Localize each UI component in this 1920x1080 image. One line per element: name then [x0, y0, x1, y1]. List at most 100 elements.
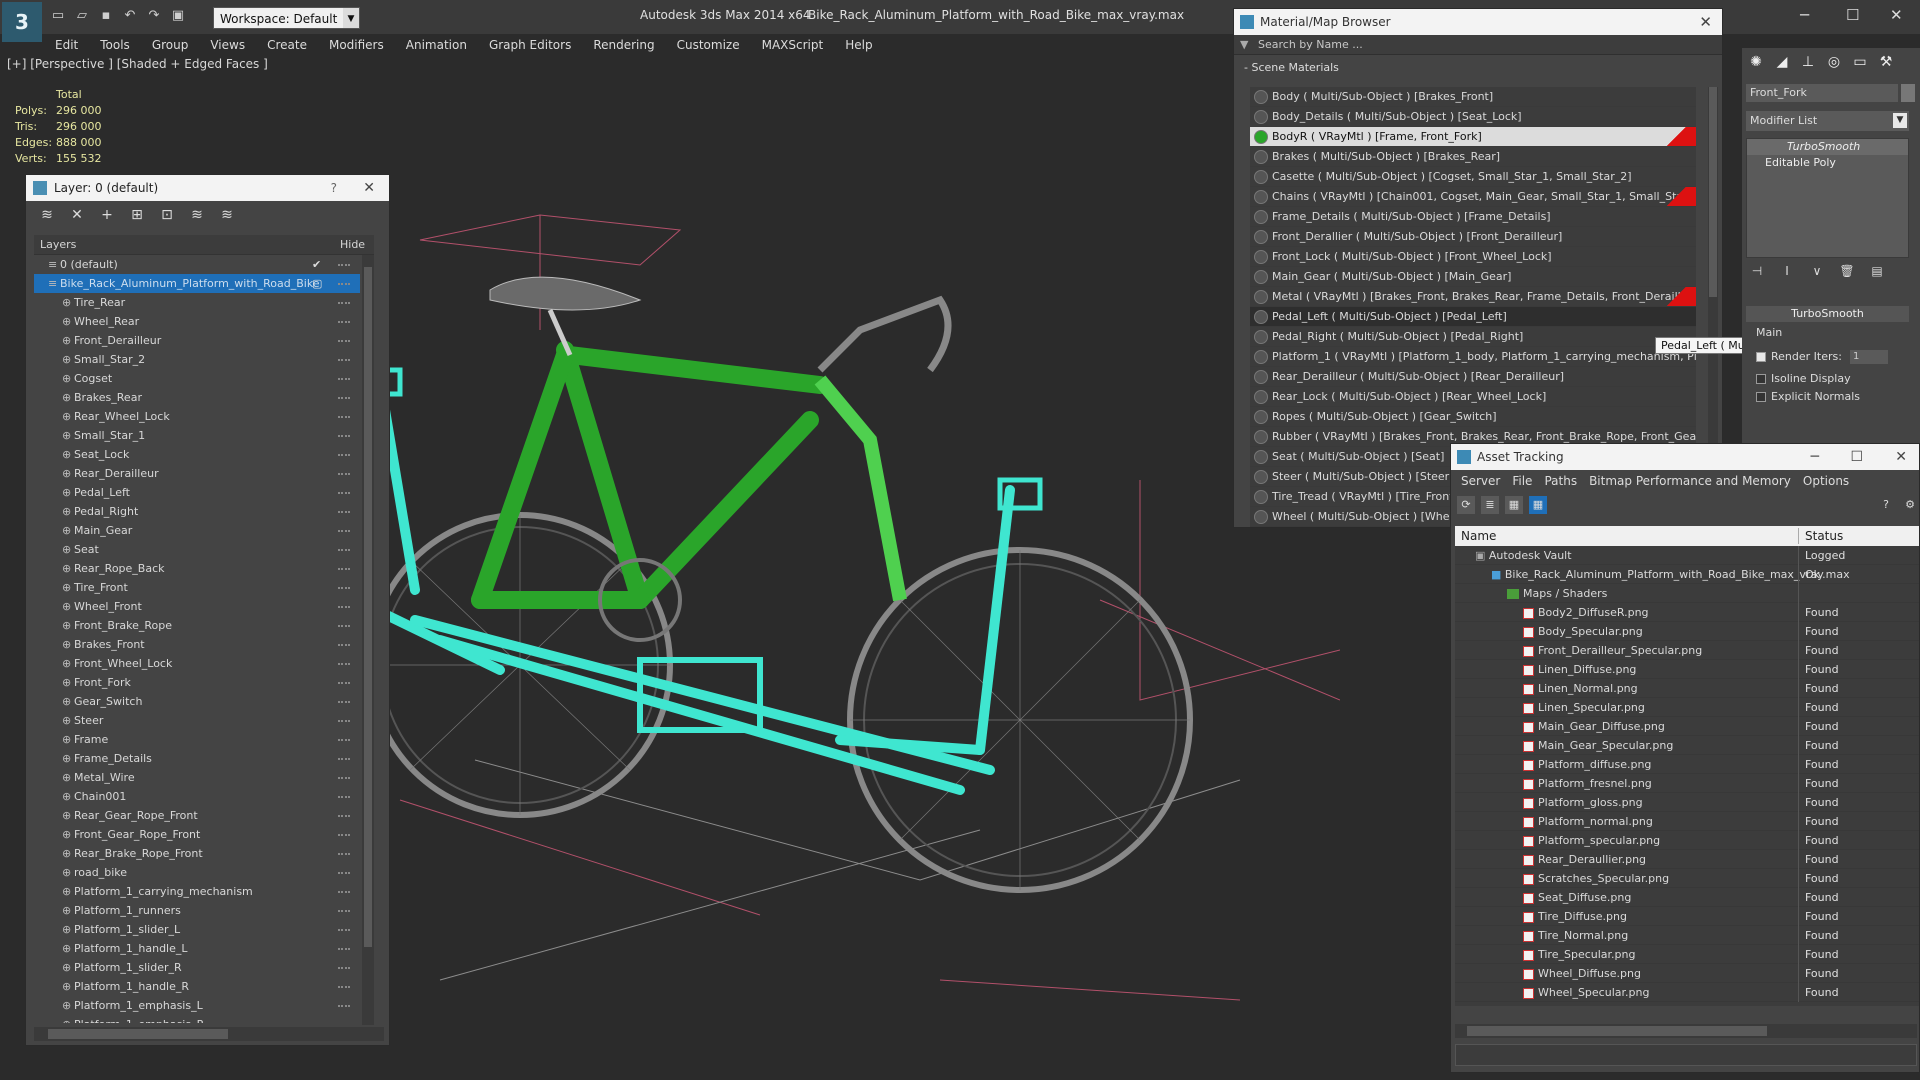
help-icon[interactable]: ?: [331, 175, 337, 201]
layer-item[interactable]: ⊕ Seat_Lock: [34, 445, 360, 464]
menu-item[interactable]: Tools: [89, 34, 141, 56]
layer-item[interactable]: ⊕ Rear_Wheel_Lock: [34, 407, 360, 426]
layer-item[interactable]: ⊕ Frame: [34, 730, 360, 749]
layer-item[interactable]: ⊕ Main_Gear: [34, 521, 360, 540]
material-row[interactable]: Casette ( Multi/Sub-Object ) [Cogset, Sm…: [1250, 167, 1696, 187]
motion-tab-icon[interactable]: ◎: [1824, 54, 1844, 74]
layer-item[interactable]: ⊕ Tire_Rear: [34, 293, 360, 312]
display-tab-icon[interactable]: ▭: [1850, 54, 1870, 74]
refresh-icon[interactable]: ⟳: [1457, 496, 1475, 514]
hide-toggle[interactable]: [338, 777, 350, 779]
asset-menu-item[interactable]: Server: [1455, 470, 1506, 492]
asset-menu-item[interactable]: Paths: [1538, 470, 1583, 492]
asset-menu-item[interactable]: File: [1506, 470, 1538, 492]
map-row[interactable]: Tire_Diffuse.png Found: [1455, 907, 1919, 926]
delete-layer-icon[interactable]: ✕: [68, 207, 86, 223]
layer-item[interactable]: ⊕ Pedal_Left: [34, 483, 360, 502]
map-row[interactable]: Scratches_Specular.png Found: [1455, 869, 1919, 888]
list-view-icon[interactable]: ≣: [1481, 496, 1499, 514]
material-row[interactable]: Rear_Lock ( Multi/Sub-Object ) [Rear_Whe…: [1250, 387, 1696, 407]
modifier-list-dropdown[interactable]: Modifier List ▼: [1746, 111, 1909, 131]
layer-item[interactable]: ⊕ Steer: [34, 711, 360, 730]
close-icon[interactable]: ✕: [1699, 9, 1712, 35]
chevron-down-icon[interactable]: ▼: [1240, 35, 1248, 55]
hide-toggle[interactable]: [338, 321, 350, 323]
settings-icon[interactable]: ⚙: [1901, 496, 1919, 514]
asset-hscrollbar[interactable]: [1455, 1024, 1917, 1038]
hide-toggle[interactable]: [338, 264, 350, 266]
remove-modifier-icon[interactable]: 🗑: [1838, 264, 1856, 282]
map-row[interactable]: Tire_Specular.png Found: [1455, 945, 1919, 964]
map-row[interactable]: Platform_gloss.png Found: [1455, 793, 1919, 812]
material-row[interactable]: Main_Gear ( Multi/Sub-Object ) [Main_Gea…: [1250, 267, 1696, 287]
hide-toggle[interactable]: [338, 340, 350, 342]
layer-item[interactable]: ⊕ Seat: [34, 540, 360, 559]
show-end-result-icon[interactable]: I: [1778, 264, 1796, 282]
map-row[interactable]: Body2_DiffuseR.png Found: [1455, 603, 1919, 622]
layer-hscrollbar[interactable]: [34, 1027, 384, 1041]
menu-item[interactable]: Views: [199, 34, 256, 56]
hide-all-icon[interactable]: ≋: [218, 207, 236, 223]
layer-item[interactable]: ⊕Platform_1_emphasis_R: [34, 1015, 360, 1023]
hide-toggle[interactable]: [338, 891, 350, 893]
hide-toggle[interactable]: [338, 967, 350, 969]
material-row[interactable]: BodyR ( VRayMtl ) [Frame, Front_Fork]: [1250, 127, 1696, 147]
asset-tracking-header[interactable]: Asset Tracking ─ ☐ ✕: [1451, 444, 1919, 470]
add-selection-icon[interactable]: ⊞: [128, 207, 146, 223]
configure-sets-icon[interactable]: ▤: [1868, 264, 1886, 282]
layer-item[interactable]: ⊕ Platform_1_handle_R: [34, 977, 360, 996]
layer-manager-icon[interactable]: ≋: [38, 207, 56, 223]
hide-toggle[interactable]: [338, 682, 350, 684]
app-logo-icon[interactable]: 3: [2, 2, 42, 42]
asset-menu-item[interactable]: Options: [1797, 470, 1855, 492]
menu-item[interactable]: Modifiers: [318, 34, 395, 56]
close-icon[interactable]: ✕: [363, 175, 375, 201]
menu-item[interactable]: Create: [256, 34, 318, 56]
layer-item[interactable]: ⊕ Brakes_Front: [34, 635, 360, 654]
hide-toggle[interactable]: [338, 815, 350, 817]
layer-item[interactable]: ⊕ road_bike: [34, 863, 360, 882]
layer-box-icon[interactable]: ▢: [312, 274, 322, 293]
map-row[interactable]: Seat_Diffuse.png Found: [1455, 888, 1919, 907]
hide-toggle[interactable]: [338, 454, 350, 456]
layer-scrollbar[interactable]: [362, 255, 374, 1025]
checkbox[interactable]: [1756, 392, 1766, 402]
material-browser-header[interactable]: Material/Map Browser ✕: [1234, 9, 1722, 35]
maps-folder-row[interactable]: Maps / Shaders: [1455, 584, 1919, 603]
hide-toggle[interactable]: [338, 834, 350, 836]
layer-item[interactable]: ⊕ Small_Star_1: [34, 426, 360, 445]
layer-item[interactable]: ⊕ Brakes_Rear: [34, 388, 360, 407]
layer-item[interactable]: ⊕ Platform_1_emphasis_L: [34, 996, 360, 1015]
hide-toggle[interactable]: [338, 644, 350, 646]
map-row[interactable]: Platform_normal.png Found: [1455, 812, 1919, 831]
maximize-icon[interactable]: ☐: [1846, 6, 1859, 24]
layer-item[interactable]: ⊕ Small_Star_2: [34, 350, 360, 369]
layer-item[interactable]: ⊕ Wheel_Front: [34, 597, 360, 616]
menu-item[interactable]: Help: [834, 34, 883, 56]
scroll-thumb[interactable]: [1467, 1026, 1767, 1036]
layer-item[interactable]: ⊕ Platform_1_handle_L: [34, 939, 360, 958]
name-column[interactable]: Name: [1461, 529, 1496, 543]
material-row[interactable]: Front_Derallier ( Multi/Sub-Object ) [Fr…: [1250, 227, 1696, 247]
close-icon[interactable]: ✕: [1895, 444, 1907, 470]
hide-toggle[interactable]: [338, 948, 350, 950]
map-row[interactable]: Wheel_Specular.png Found: [1455, 983, 1919, 1002]
map-row[interactable]: Wheel_Diffuse.png Found: [1455, 964, 1919, 983]
layer-item[interactable]: ⊕ Pedal_Right: [34, 502, 360, 521]
add-layer-icon[interactable]: +: [98, 207, 116, 223]
hide-toggle[interactable]: [338, 473, 350, 475]
material-row[interactable]: Ropes ( Multi/Sub-Object ) [Gear_Switch]: [1250, 407, 1696, 427]
map-row[interactable]: Linen_Normal.png Found: [1455, 679, 1919, 698]
layer-item[interactable]: ⊕ Front_Wheel_Lock: [34, 654, 360, 673]
checkbox[interactable]: [1756, 352, 1766, 362]
hide-toggle[interactable]: [338, 986, 350, 988]
checkbox[interactable]: [1756, 374, 1766, 384]
material-search-input[interactable]: ▼ Search by Name ...: [1234, 35, 1722, 55]
menu-item[interactable]: Graph Editors: [478, 34, 582, 56]
create-tab-icon[interactable]: ✺: [1746, 54, 1766, 74]
render-iters-spinner[interactable]: 1: [1850, 350, 1888, 364]
stack-item-editable-poly[interactable]: Editable Poly: [1747, 155, 1908, 171]
hide-toggle[interactable]: [338, 530, 350, 532]
isoline-display-checkbox[interactable]: Isoline Display: [1756, 372, 1851, 385]
layer-item[interactable]: ⊕ Front_Fork: [34, 673, 360, 692]
